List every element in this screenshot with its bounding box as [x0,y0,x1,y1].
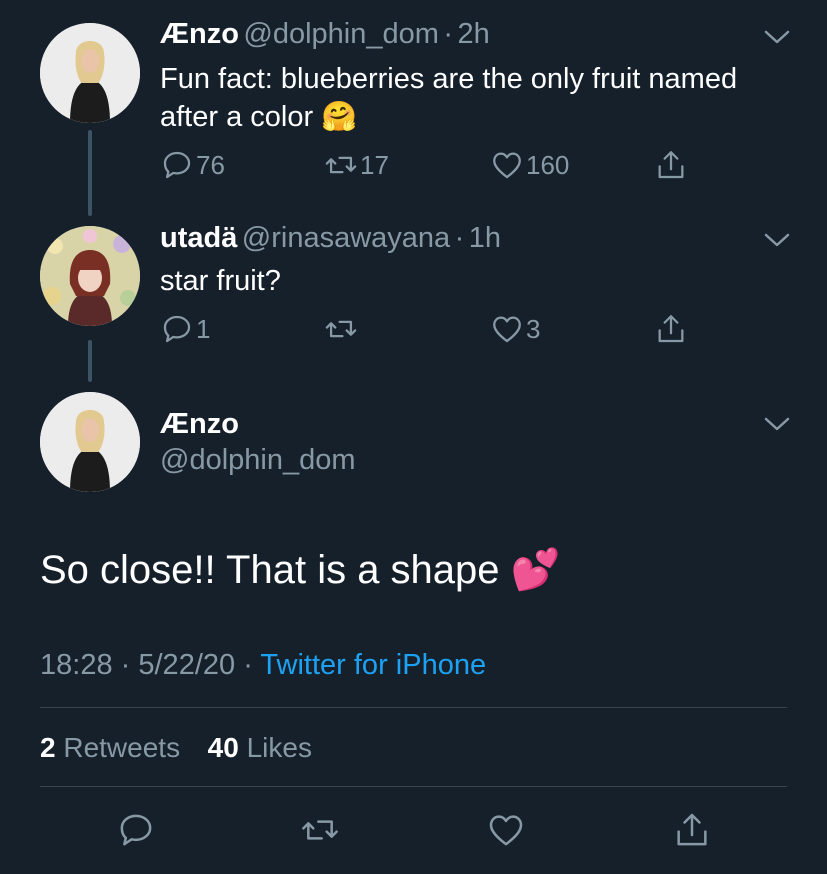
main-tweet-text: So close!! That is a shape 💕 [40,546,560,593]
retweet-icon [325,320,357,338]
avatar-photo [40,23,140,123]
tweet-header: utadä @rinasawayana · 1h [160,222,501,255]
avatar-photo [40,392,140,492]
like-count: 3 [526,313,541,344]
avatar[interactable] [40,392,140,492]
reply-button[interactable]: 1 [160,312,210,346]
retweet-icon [302,820,338,840]
tweet-header: Ænzo @dolphin_dom · 2h [160,18,490,51]
heart-icon [489,815,523,846]
retweet-button[interactable]: 17 [324,148,389,182]
chevron-down-icon[interactable] [762,414,792,434]
retweet-button[interactable] [300,810,340,850]
like-button[interactable]: 160 [490,148,569,182]
retweets-label: Retweets [63,732,181,763]
retweets-stat[interactable]: 2 Retweets [40,732,188,763]
avatar-photo [40,226,140,326]
heart-icon [493,152,521,179]
retweet-icon [325,156,357,174]
share-icon [658,315,684,343]
reply-count: 1 [196,313,211,344]
reply-icon [120,814,152,846]
share-button[interactable] [654,312,688,346]
avatar[interactable] [40,226,140,326]
like-button[interactable]: 3 [490,312,540,346]
hugging-face-emoji: 🤗 [321,101,358,133]
user-handle[interactable]: @dolphin_dom [160,444,356,477]
timestamp[interactable]: 2h [457,18,489,50]
likes-count: 40 [207,732,239,763]
heart-icon [493,316,521,343]
tweet-body: So close!! That is a shape [40,548,500,592]
thread-line [88,340,92,382]
tweet-text: Fun fact: blueberries are the only fruit… [160,60,800,136]
divider [40,707,787,708]
tweet-body: star fruit? [160,265,281,297]
display-name[interactable]: Ænzo [160,18,239,50]
chevron-down-icon[interactable] [762,27,792,47]
retweet-button[interactable] [324,312,360,346]
chevron-down-icon[interactable] [762,230,792,250]
share-button[interactable] [672,810,712,850]
post-date: 5/22/20 [138,649,236,681]
separator: · [443,18,454,50]
two-hearts-emoji: 💕 [510,548,561,592]
display-name[interactable]: utadä [160,222,237,254]
thread-line [88,130,92,216]
reply-button[interactable]: 76 [160,148,225,182]
source-link[interactable]: Twitter for iPhone [260,649,486,681]
reply-icon [163,315,191,343]
likes-stat[interactable]: 40 Likes [208,732,312,763]
reply-icon [163,151,191,179]
share-icon [677,813,707,846]
post-time: 18:28 [40,649,113,681]
reply-count: 76 [196,149,225,180]
tweet-meta: 18:28 · 5/22/20 · Twitter for iPhone [40,649,486,682]
retweets-count: 2 [40,732,56,763]
share-button[interactable] [654,148,688,182]
divider [40,786,787,787]
reply-button[interactable] [116,810,156,850]
tweet-body: Fun fact: blueberries are the only fruit… [160,63,738,133]
like-count: 160 [526,149,570,180]
display-name[interactable]: Ænzo [160,408,239,441]
like-button[interactable] [486,810,526,850]
tweet-text: star fruit? [160,262,281,300]
timestamp[interactable]: 1h [469,222,501,254]
separator: · [243,649,253,681]
engagement-stats: 2 Retweets 40 Likes [40,732,312,764]
avatar[interactable] [40,23,140,123]
user-handle[interactable]: @dolphin_dom [243,18,439,50]
user-handle[interactable]: @rinasawayana [242,222,450,254]
separator: · [454,222,465,254]
separator: · [120,649,131,681]
retweet-count: 17 [360,149,389,180]
share-icon [658,151,684,179]
likes-label: Likes [246,732,312,763]
